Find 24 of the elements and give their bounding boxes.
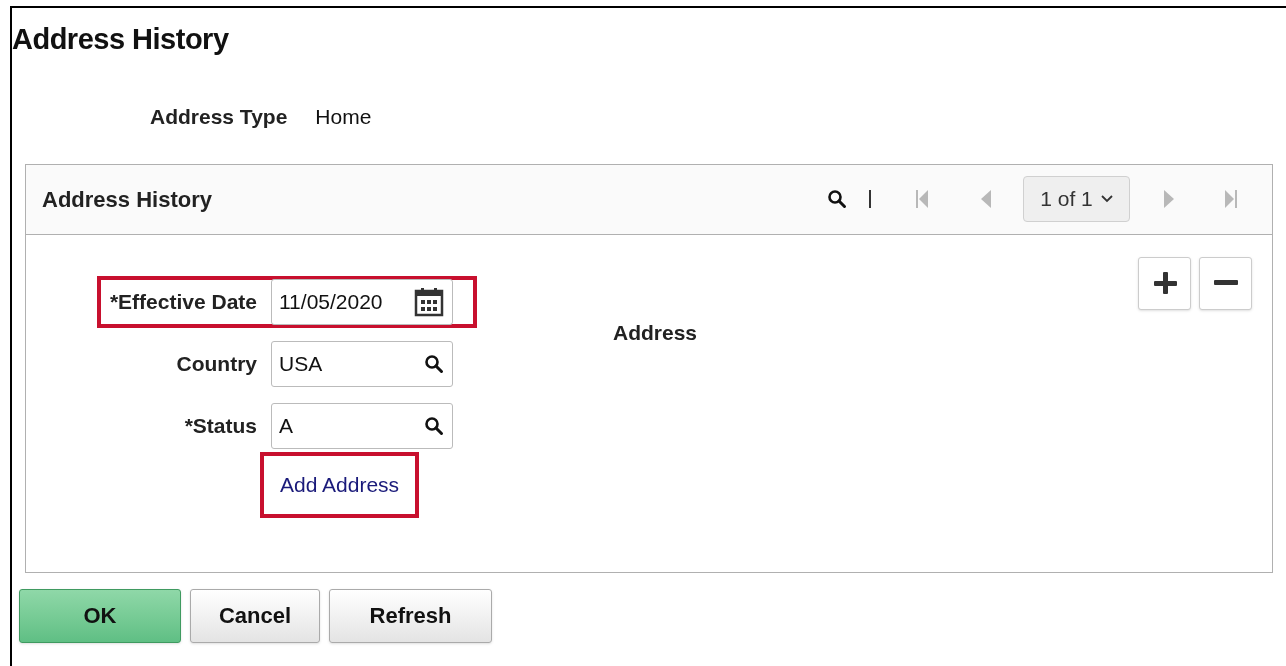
search-icon[interactable] — [424, 353, 444, 374]
panel-title: Address History — [42, 185, 212, 214]
search-icon[interactable] — [827, 189, 847, 209]
calendar-icon[interactable] — [414, 286, 444, 317]
delete-row-button[interactable] — [1199, 256, 1252, 310]
page-title: Address History — [12, 22, 230, 56]
search-icon[interactable] — [424, 415, 444, 436]
plus-icon — [1152, 271, 1177, 295]
address-label: Address — [613, 319, 698, 346]
field-label: *Status — [183, 412, 258, 439]
action-button[interactable]: Cancel — [190, 588, 320, 643]
date-field[interactable]: 11/05/2020 — [271, 278, 453, 325]
field-label: *Effective Date — [108, 288, 258, 315]
address-type-value: Home — [315, 104, 372, 130]
chevron-down-icon — [1100, 195, 1113, 203]
minus-icon — [1213, 280, 1238, 286]
page-dropdown[interactable]: 1 of 1 — [1023, 176, 1130, 222]
lookup-field[interactable]: USA — [271, 340, 453, 387]
field-label: Country — [175, 350, 258, 377]
action-button[interactable]: Refresh — [329, 588, 492, 643]
action-button[interactable]: OK — [19, 588, 181, 643]
add-row-button[interactable] — [1138, 256, 1191, 310]
lookup-field[interactable]: A — [271, 402, 453, 449]
address-type-label: Address Type — [150, 104, 288, 130]
